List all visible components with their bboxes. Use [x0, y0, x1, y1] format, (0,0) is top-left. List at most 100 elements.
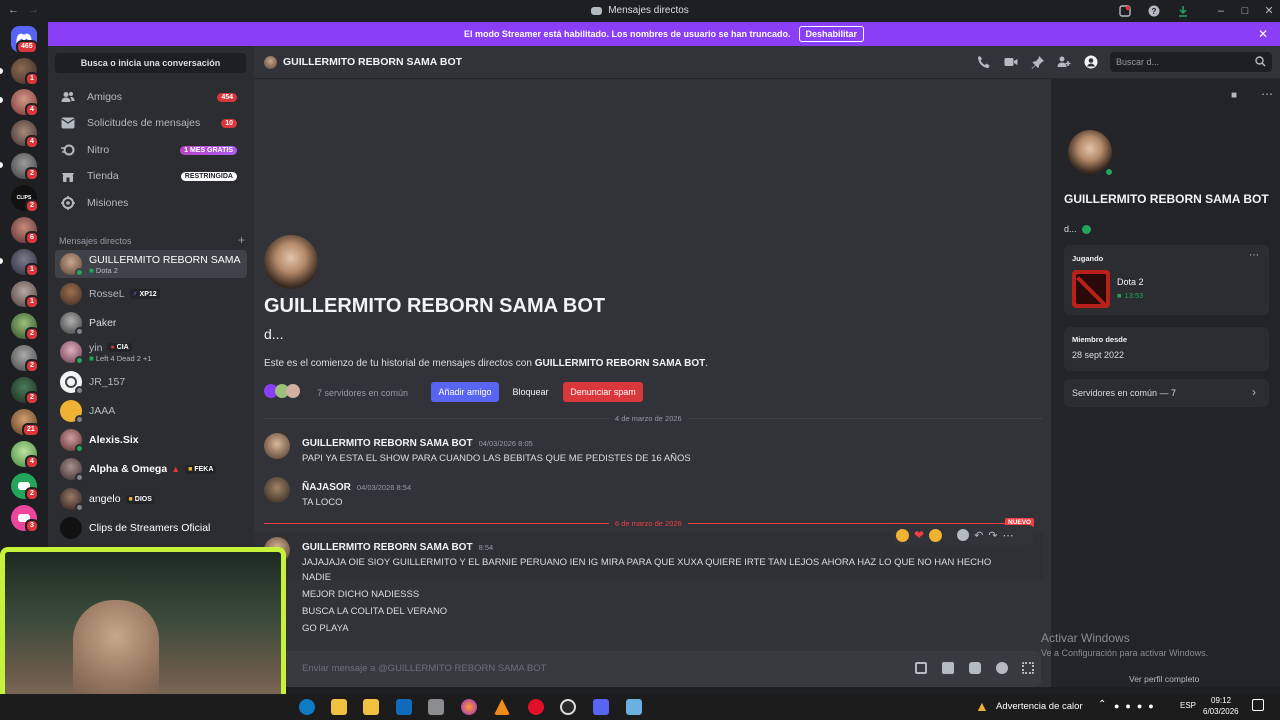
firefox-icon[interactable] [461, 699, 477, 715]
dm-item[interactable]: JR_157 [55, 368, 247, 396]
video-call-icon[interactable] [1004, 55, 1019, 70]
emoji-icon[interactable] [996, 662, 1008, 674]
dm-item[interactable]: Clips de Streamers Oficial [55, 514, 247, 542]
reaction-heart-icon[interactable]: ❤ [914, 528, 924, 542]
activity-more-icon[interactable]: ⋯ [1249, 250, 1259, 261]
notepad-icon[interactable] [626, 699, 642, 715]
edge-icon[interactable] [299, 699, 315, 715]
nav-friends[interactable]: Amigos 454 [55, 85, 247, 109]
watermark-title: Activar Windows [1041, 631, 1130, 645]
gift-icon[interactable] [915, 662, 927, 674]
create-dm-icon[interactable]: + [238, 234, 245, 246]
message-avatar [264, 477, 290, 503]
help-icon[interactable]: ? [1141, 0, 1167, 21]
bolt-icon: ⚡ [132, 291, 138, 298]
dm-item[interactable]: angelo ■ DIOS [55, 485, 247, 513]
mutual-servers-row[interactable]: Servidores en común — 7 › [1064, 379, 1269, 407]
mail-icon [61, 116, 75, 130]
intro-text: Este es el comienzo de tu historial de m… [264, 358, 708, 369]
reply-icon[interactable]: ↶ [974, 529, 983, 542]
block-button[interactable]: Bloquear [506, 382, 555, 402]
clock-date[interactable]: 6/03/2026 [1203, 707, 1239, 716]
forward-icon[interactable]: ↷ [988, 529, 997, 542]
watermark-subtitle: Ve a Configuración para activar Windows. [1041, 648, 1209, 658]
download-icon[interactable] [1170, 0, 1196, 21]
dm-item[interactable]: yin ● CIA ■ Left 4 Dead 2 +1 [55, 338, 247, 366]
view-full-profile-link[interactable]: Ver perfil completo [1129, 674, 1199, 684]
more-options-icon[interactable]: ⋯ [1003, 529, 1014, 542]
discord-taskbar-icon[interactable] [593, 699, 609, 715]
reaction-hearteyes-icon[interactable] [929, 528, 943, 542]
outlook-icon[interactable] [396, 699, 412, 715]
dm-item[interactable]: Alpha & Omega ▲ ■ FEKA [55, 455, 247, 483]
new-messages-date: 6 de marzo de 2026 [609, 519, 688, 528]
app-icon[interactable] [428, 699, 444, 715]
store-icon[interactable] [363, 699, 379, 715]
forward-icon[interactable]: → [28, 4, 39, 16]
disable-streamer-button[interactable]: Deshabilitar [798, 26, 865, 42]
mutual-servers-avatars[interactable] [264, 384, 306, 400]
svg-text:?: ? [1152, 7, 1157, 16]
weather-warning-icon[interactable]: ▲ [975, 698, 989, 714]
intro-title: GUILLERMITO REBORN SAMA BOT [264, 295, 606, 317]
nav-nitro[interactable]: Nitro 1 MES GRATIS [55, 138, 247, 162]
report-spam-button[interactable]: Denunciar spam [563, 382, 643, 402]
mutual-servers-label[interactable]: 7 servidores en común [317, 388, 408, 398]
status-online-icon [75, 268, 84, 277]
tray-chevron-icon[interactable]: ⌃ [1098, 699, 1106, 710]
status-online-icon [75, 356, 84, 365]
tray-icons[interactable]: ●●●● [1114, 701, 1160, 711]
home-mention-badge: 465 [16, 40, 38, 54]
gamepad-icon: ■ [89, 265, 94, 275]
dm-item[interactable]: JAAA [55, 397, 247, 425]
channel-header: GUILLERMITO REBORN SAMA BOT Buscar d... [254, 46, 1280, 79]
user-profile-icon[interactable] [1084, 55, 1099, 70]
server-badge: 4 [25, 135, 39, 149]
pinned-messages-icon[interactable] [1031, 55, 1046, 70]
game-elapsed: ■ 13:53 [1117, 291, 1143, 300]
opera-icon[interactable] [528, 699, 544, 715]
add-friends-to-dm-icon[interactable] [1057, 55, 1072, 70]
nav-shop[interactable]: Tienda RESTRINGIDA [55, 164, 247, 188]
dm-item[interactable]: Paker [55, 309, 247, 337]
obs-icon[interactable] [560, 699, 576, 715]
message-composer[interactable]: Enviar mensaje a @GUILLERMITO REBORN SAM… [264, 651, 1041, 687]
close-icon[interactable]: ✕ [1258, 27, 1268, 41]
dm-item[interactable]: RosseL ⚡ XP12 [55, 280, 247, 308]
nav-quests[interactable]: Misiones [55, 191, 247, 215]
notifications-icon[interactable] [1252, 699, 1264, 711]
back-icon[interactable]: ← [8, 4, 19, 16]
search-input[interactable]: Buscar d... [1110, 52, 1272, 72]
gif-icon[interactable] [942, 662, 954, 674]
dm-tag: ■ DIOS [125, 494, 155, 504]
inbox-icon[interactable] [1112, 0, 1138, 21]
more-icon[interactable]: ⋯ [1261, 87, 1273, 101]
add-reaction-icon[interactable] [957, 529, 970, 541]
avatar [60, 429, 84, 453]
message-author[interactable]: GUILLERMITO REBORN SAMA BOT [302, 542, 473, 553]
dm-item[interactable]: Alexis.Six [55, 426, 247, 454]
maximize-button[interactable]: □ [1232, 0, 1258, 21]
clock-time[interactable]: 09:12 [1211, 696, 1231, 705]
language-indicator[interactable]: ESP [1180, 701, 1196, 710]
message-author[interactable]: GUILLERMITO REBORN SAMA BOT [302, 438, 473, 449]
voice-call-icon[interactable] [977, 55, 992, 70]
intro-avatar [264, 235, 318, 289]
minimize-button[interactable]: – [1208, 0, 1234, 21]
search-icon [1255, 56, 1266, 67]
nitro-promo-tag: 1 MES GRATIS [180, 145, 237, 155]
close-button[interactable]: ✕ [1256, 0, 1280, 21]
status-online-icon [1103, 166, 1115, 178]
reaction-laugh-icon[interactable] [896, 528, 909, 542]
weather-text[interactable]: Advertencia de calor [996, 701, 1083, 712]
add-friend-button[interactable]: Añadir amigo [431, 382, 499, 402]
dm-item[interactable]: GUILLERMITO REBORN SAMA ... ■ Dota 2 [55, 250, 247, 278]
sticker-icon[interactable] [969, 662, 981, 674]
file-explorer-icon[interactable] [331, 699, 347, 715]
add-friend-icon[interactable]: ■ [1231, 90, 1237, 101]
vlc-icon[interactable] [494, 699, 510, 715]
apps-icon[interactable] [1022, 662, 1034, 674]
nav-message-requests[interactable]: Solicitudes de mensajes 10 [55, 111, 247, 135]
find-conversation-button[interactable]: Busca o inicia una conversación [55, 53, 246, 73]
message-author[interactable]: ÑAJASOR [302, 482, 351, 493]
